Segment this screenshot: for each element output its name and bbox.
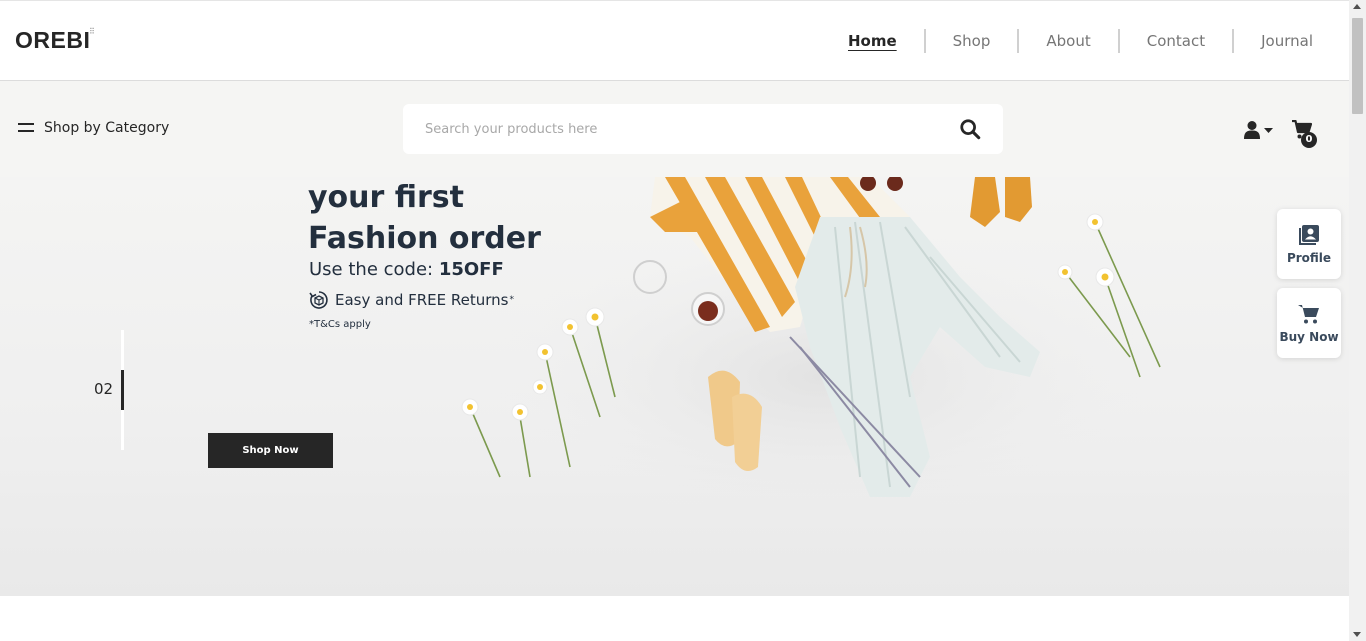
- nav-home[interactable]: Home: [821, 29, 924, 53]
- hero-banner: your first Fashion order Use the code: 1…: [0, 177, 1349, 596]
- page: OREBI ⠿ Home Shop About Contact Journal …: [0, 0, 1349, 641]
- shopping-cart-icon: [1298, 305, 1319, 324]
- nav-contact[interactable]: Contact: [1117, 29, 1232, 53]
- scroll-thumb[interactable]: [1352, 18, 1363, 114]
- logo[interactable]: OREBI: [15, 27, 90, 54]
- sub-header: Shop by Category 0: [0, 81, 1349, 177]
- buy-now-side-button[interactable]: Buy Now: [1277, 288, 1341, 358]
- nav-shop[interactable]: Shop: [923, 29, 1018, 53]
- profile-icon: [1299, 225, 1319, 245]
- search-bar: [403, 104, 1003, 154]
- cart-count-badge: 0: [1301, 132, 1317, 148]
- logo-mark: ⠿: [89, 27, 95, 36]
- orange-shoes-image: [970, 177, 1032, 227]
- profile-label: Profile: [1286, 251, 1332, 265]
- slide-number: 02: [94, 380, 114, 398]
- terms-note: *T&Cs apply: [309, 319, 371, 330]
- buy-now-label: Buy Now: [1279, 330, 1339, 344]
- user-account-icon[interactable]: [1244, 121, 1276, 139]
- promo-code-prefix: Use the code:: [309, 259, 439, 280]
- top-header: OREBI ⠿ Home Shop About Contact Journal: [0, 0, 1349, 81]
- scroll-up-arrow-icon[interactable]: [1353, 4, 1361, 9]
- hamburger-menu-icon[interactable]: [18, 123, 34, 133]
- slider-active-indicator[interactable]: [121, 370, 124, 410]
- scroll-down-arrow-icon[interactable]: [1353, 632, 1361, 637]
- search-icon[interactable]: [959, 118, 981, 140]
- returns-box-icon: [309, 291, 328, 309]
- banner-product-image: [461, 177, 1161, 517]
- search-input[interactable]: [425, 104, 925, 154]
- vertical-scrollbar[interactable]: [1349, 0, 1366, 641]
- shop-by-category-button[interactable]: Shop by Category: [44, 120, 169, 136]
- nav-journal[interactable]: Journal: [1232, 29, 1349, 53]
- nav-about[interactable]: About: [1017, 29, 1117, 53]
- shop-now-button[interactable]: Shop Now: [208, 433, 333, 468]
- main-nav: Home Shop About Contact Journal: [821, 29, 1349, 53]
- profile-side-button[interactable]: Profile: [1277, 209, 1341, 279]
